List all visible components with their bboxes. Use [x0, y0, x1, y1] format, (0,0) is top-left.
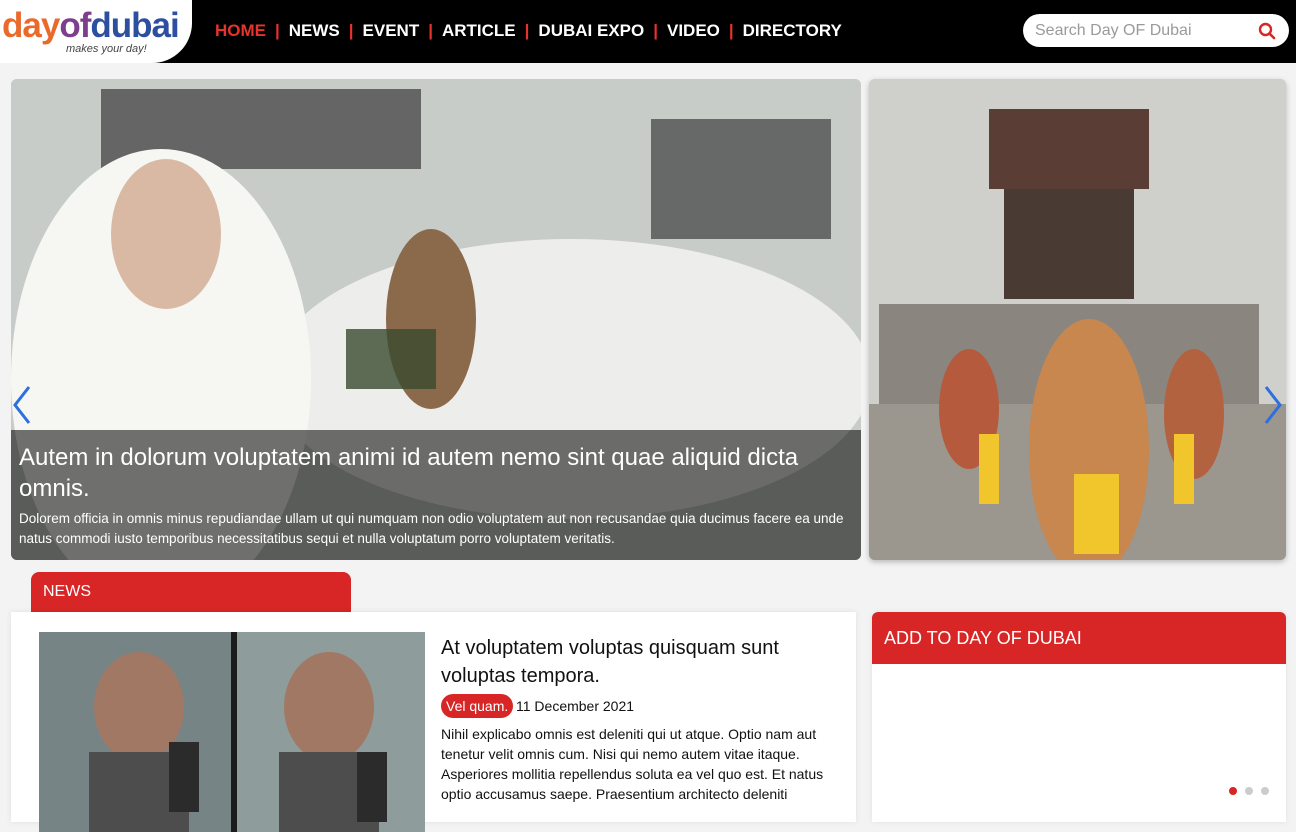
- search-input[interactable]: [1035, 20, 1245, 41]
- logo-wordmark: dayofdubai: [2, 6, 180, 45]
- news-title[interactable]: At voluptatem voluptas quisquam sunt vol…: [441, 634, 821, 690]
- nav-item-home[interactable]: HOME: [215, 21, 266, 41]
- carousel-dot[interactable]: [1245, 787, 1253, 795]
- nav-item-directory[interactable]: DIRECTORY: [743, 21, 842, 41]
- add-panel: ADD TO DAY OF DUBAI: [872, 612, 1286, 822]
- nav-separator: |: [275, 21, 280, 40]
- add-panel-title: ADD TO DAY OF DUBAI: [872, 612, 1286, 664]
- nav-separator: |: [653, 21, 658, 40]
- nav-separator: |: [728, 21, 734, 40]
- hero-slide-main[interactable]: Autem in dolorum voluptatem animi id aut…: [11, 79, 861, 560]
- search-icon[interactable]: [1258, 22, 1276, 40]
- news-excerpt: Nihil explicabo omnis est deleniti qui u…: [441, 726, 824, 802]
- nav-item-article[interactable]: ARTICLE: [442, 21, 516, 41]
- hero-caption: Autem in dolorum voluptatem animi id aut…: [11, 430, 861, 560]
- site-logo[interactable]: dayofdubai makes your day!: [0, 0, 192, 63]
- carousel-prev-icon[interactable]: [11, 383, 33, 427]
- logo-tagline: makes your day!: [66, 43, 147, 55]
- search-box: [1023, 14, 1289, 47]
- hero-side-photo: [869, 79, 1286, 560]
- category-badge[interactable]: Vel quam.: [441, 694, 514, 718]
- nav-item-event[interactable]: EVENT: [363, 21, 420, 41]
- main-nav: HOME | NEWS | EVENT | ARTICLE | DUBAI EX…: [215, 20, 842, 42]
- hero-title[interactable]: Autem in dolorum voluptatem animi id aut…: [19, 442, 853, 504]
- news-section-tab[interactable]: NEWS: [31, 572, 351, 612]
- carousel-dots: [1229, 787, 1269, 795]
- nav-separator: |: [428, 21, 433, 40]
- news-thumbnail[interactable]: [39, 632, 425, 832]
- nav-separator: |: [524, 21, 530, 40]
- hero-summary: Dolorem officia in omnis minus repudiand…: [19, 511, 844, 546]
- carousel-dot[interactable]: [1261, 787, 1269, 795]
- nav-separator: |: [348, 21, 354, 40]
- image-divider: [231, 632, 237, 832]
- nav-item-news[interactable]: NEWS: [289, 21, 340, 41]
- carousel-dot[interactable]: [1229, 787, 1237, 795]
- site-header: dayofdubai makes your day! HOME | NEWS |…: [0, 0, 1296, 63]
- nav-item-dubai-expo[interactable]: DUBAI EXPO: [538, 21, 644, 41]
- news-date: 11 December 2021: [516, 698, 635, 714]
- hero-slide-secondary[interactable]: [869, 79, 1286, 560]
- carousel-next-icon[interactable]: [1262, 383, 1284, 427]
- news-card: At voluptatem voluptas quisquam sunt vol…: [11, 612, 856, 832]
- nav-item-video[interactable]: VIDEO: [667, 21, 720, 41]
